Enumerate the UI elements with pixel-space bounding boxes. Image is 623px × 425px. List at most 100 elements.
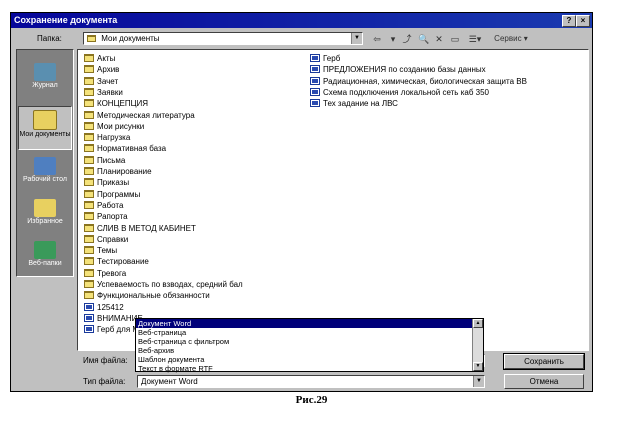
views-icon[interactable]: ☰▾ (464, 32, 486, 46)
folder-item[interactable]: Мои рисунки (84, 121, 144, 132)
item-name: ПРЕДЛОЖЕНИЯ по созданию базы данных (323, 65, 486, 75)
filetype-option[interactable]: Текст в формате RTF (136, 364, 472, 373)
item-name: Письма (97, 155, 126, 165)
folder-icon (84, 268, 94, 277)
filetype-select[interactable]: Документ Word ▼ (137, 375, 485, 388)
folder-icon (84, 257, 94, 266)
folder-combo[interactable]: Мои документы ▼ (83, 32, 363, 45)
folder-item[interactable]: Архив (84, 64, 119, 75)
help-button[interactable]: ? (562, 15, 576, 27)
document-item[interactable]: Герб (310, 53, 340, 64)
word-document-icon (84, 313, 94, 322)
dropdown-scrollbar[interactable]: ▲ ▼ (472, 319, 483, 371)
chevron-down-icon[interactable]: ▼ (351, 33, 362, 44)
file-list[interactable]: Акты Архив Зачет Заявки КОНЦЕПЦИЯ Методическа… (77, 49, 589, 351)
item-name: КОНЦЕПЦИЯ (97, 99, 149, 109)
folder-icon (84, 133, 94, 142)
folder-icon (84, 76, 94, 85)
search-web-icon[interactable]: 🔍 (416, 32, 432, 46)
folder-icon (84, 87, 94, 96)
item-name: Функциональные обязанности (97, 291, 210, 301)
item-name: Тестирование (97, 257, 149, 267)
desktop-icon (34, 157, 56, 175)
filetype-option[interactable]: Веб-страница с фильтром (136, 337, 472, 346)
back-dropdown-icon[interactable]: ▾ (387, 32, 399, 46)
document-item[interactable]: ВНИМАНИЕ (84, 313, 143, 324)
scroll-down-icon[interactable]: ▼ (473, 362, 483, 371)
up-folder-icon[interactable]: ⤴ (399, 32, 415, 46)
folder-label: Папка: (37, 34, 62, 43)
back-arrow-icon[interactable]: ⇦ (369, 32, 385, 46)
place-my-documents[interactable]: Мои документы (18, 106, 72, 150)
save-button[interactable]: Сохранить (503, 353, 585, 370)
item-name: Мои рисунки (97, 121, 145, 131)
delete-icon[interactable]: ✕ (432, 32, 446, 46)
tools-menu[interactable]: Сервис ▾ (489, 32, 533, 46)
folder-icon (84, 291, 94, 300)
folder-icon (84, 110, 94, 119)
folder-item[interactable]: Тревога (84, 268, 126, 279)
folder-item[interactable]: Планирование (84, 166, 152, 177)
item-name: Программы (97, 189, 141, 199)
folder-item[interactable]: Программы (84, 189, 140, 200)
folder-icon (84, 65, 94, 74)
filetype-option[interactable]: Документ Word (136, 319, 472, 328)
folder-item[interactable]: Нагрузка (84, 132, 130, 143)
folder-item[interactable]: Рапорта (84, 211, 128, 222)
folder-icon (84, 212, 94, 221)
item-name: 125412 (97, 302, 124, 312)
filetype-value: Документ Word (141, 377, 198, 386)
folder-item[interactable]: Заявки (84, 87, 123, 98)
item-name: Справки (97, 234, 129, 244)
item-name: Тревога (97, 268, 127, 278)
filetype-option[interactable]: Веб-страница (136, 328, 472, 337)
folder-item[interactable]: Нормативная база (84, 143, 166, 154)
filetype-option[interactable]: Шаблон документа (136, 355, 472, 364)
document-item[interactable]: ПРЕДЛОЖЕНИЯ по созданию базы данных (310, 64, 486, 75)
folder-item[interactable]: Акты (84, 53, 115, 64)
folder-item[interactable]: Письма (84, 155, 125, 166)
folder-icon (84, 200, 94, 209)
folder-item[interactable]: Тестирование (84, 256, 149, 267)
folder-item[interactable]: Функциональные обязанности (84, 290, 210, 301)
folder-item[interactable]: Зачет (84, 76, 118, 87)
place-favorites[interactable]: Избранное (18, 196, 72, 240)
item-name: Архив (97, 65, 120, 75)
folder-item[interactable]: Успеваемость по взводах, средний бал (84, 279, 243, 290)
item-name: Методическая литература (97, 110, 195, 120)
document-item[interactable]: Схема подключения локальной сеть каб 350 (310, 87, 489, 98)
word-document-icon (310, 87, 320, 96)
place-desktop[interactable]: Рабочий стол (18, 154, 72, 198)
new-folder-icon[interactable]: ▭ (447, 32, 463, 46)
document-item[interactable]: Радиационная, химическая, биологическая … (310, 76, 527, 87)
word-document-icon (310, 65, 320, 74)
dialog-title: Сохранение документа (14, 15, 118, 25)
document-item[interactable]: Тех задание на ЛВС (310, 98, 398, 109)
folder-combo-value: Мои документы (101, 34, 160, 43)
folder-item[interactable]: Работа (84, 200, 123, 211)
places-bar: Журнал Мои документы Рабочий стол Избран… (16, 49, 74, 277)
favorites-icon (34, 199, 56, 217)
folder-icon (84, 144, 94, 153)
place-web-folders[interactable]: Веб-папки (18, 238, 72, 282)
cancel-button[interactable]: Отмена (504, 374, 584, 389)
chevron-down-icon[interactable]: ▼ (473, 376, 484, 387)
scroll-up-icon[interactable]: ▲ (473, 319, 483, 328)
folder-item[interactable]: СЛИВ В МЕТОД КАБИНЕТ (84, 223, 196, 234)
document-item[interactable]: 125412 (84, 302, 124, 313)
folder-item[interactable]: Темы (84, 245, 117, 256)
place-history[interactable]: Журнал (18, 60, 72, 104)
folder-item[interactable]: Приказы (84, 177, 129, 188)
word-document-icon (84, 302, 94, 311)
folder-item[interactable]: Методическая литература (84, 110, 195, 121)
title-bar: Сохранение документа ? × (11, 13, 592, 28)
filetype-option[interactable]: Веб-архив (136, 346, 472, 355)
folder-item[interactable]: Справки (84, 234, 128, 245)
folder-item[interactable]: КОНЦЕПЦИЯ (84, 98, 148, 109)
item-name: Радиационная, химическая, биологическая … (323, 76, 527, 86)
document-item[interactable]: Герб для М (84, 324, 139, 335)
close-button[interactable]: × (576, 15, 590, 27)
word-document-icon (84, 325, 94, 334)
item-name: Успеваемость по взводах, средний бал (97, 280, 243, 289)
item-name: Акты (97, 54, 116, 63)
